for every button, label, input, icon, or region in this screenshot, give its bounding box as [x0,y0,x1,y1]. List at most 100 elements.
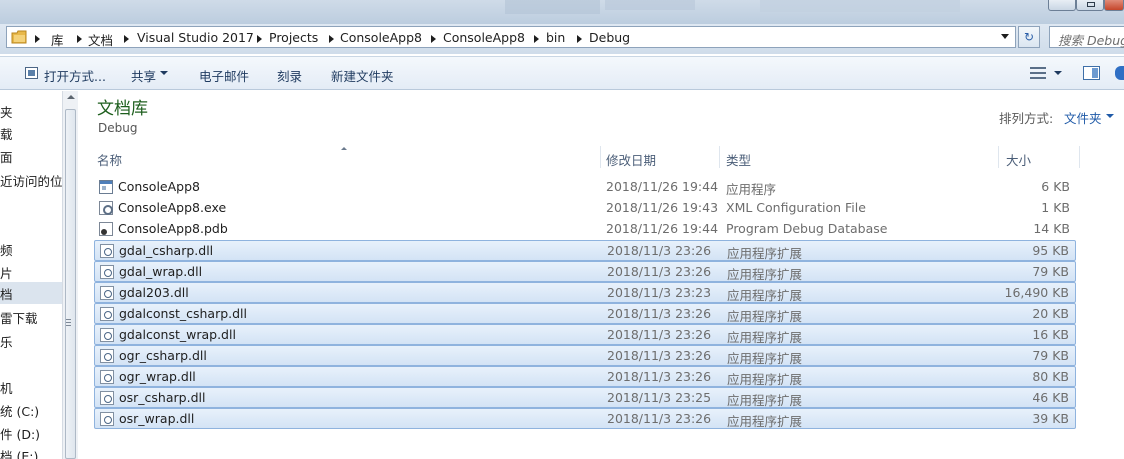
burn-button[interactable]: 刻录 [277,66,302,85]
address-bar[interactable]: 库 文档 Visual Studio 2017 Projects Console… [6,26,1016,48]
file-row[interactable]: osr_wrap.dll 2018/11/3 23:26 应用程序扩展 39 KB [94,408,1076,429]
nav-item[interactable]: 面 [0,147,13,166]
config-file-icon [99,201,113,215]
nav-item[interactable]: 夹 [0,102,13,121]
file-row[interactable]: ConsoleApp8.exe 2018/11/26 19:43 XML Confi… [94,198,1076,219]
column-header-size[interactable]: 大小 [999,144,1079,170]
file-row[interactable]: gdal_wrap.dll 2018/11/3 23:26 应用程序扩展 79 KB [94,261,1076,282]
preview-pane-icon[interactable] [1083,66,1100,80]
file-modified-date: 2018/11/3 23:26 [607,243,712,258]
email-button[interactable]: 电子邮件 [199,66,249,85]
nav-item[interactable]: 雷下载 [0,308,38,327]
file-size: 6 KB [1041,179,1070,194]
view-options-dropdown-icon[interactable] [1054,71,1062,75]
breadcrumb-item-current[interactable]: Debug [589,30,630,45]
file-modified-date: 2018/11/3 23:26 [607,327,712,342]
file-row[interactable]: ConsoleApp8 2018/11/26 19:44 应用程序 6 KB [94,177,1076,198]
minimize-button[interactable] [1048,0,1076,11]
breadcrumb-separator-icon[interactable] [534,35,539,43]
file-row[interactable]: ConsoleApp8.pdb 2018/11/26 19:44 Program D… [94,219,1076,240]
column-header-date[interactable]: 修改日期 [601,144,719,170]
dll-file-icon [100,370,114,384]
file-type: Program Debug Database [726,221,888,236]
nav-item[interactable]: 档 (E:) [0,446,38,459]
file-row[interactable]: gdal_csharp.dll 2018/11/3 23:26 应用程序扩展 95 K… [94,240,1076,261]
address-history-dropdown-icon[interactable] [1001,34,1009,39]
file-type: 应用程序扩展 [727,414,803,429]
column-header-label: 名称 [97,153,123,168]
breadcrumb-separator-icon[interactable] [577,35,582,43]
breadcrumb-separator-icon[interactable] [431,35,436,43]
breadcrumb-item[interactable]: bin [546,30,565,45]
breadcrumb-separator-icon[interactable] [124,35,129,43]
scrollbar-thumb[interactable] [65,109,76,459]
file-row[interactable]: gdalconst_wrap.dll 2018/11/3 23:26 应用程序扩展 1… [94,324,1076,345]
nav-item[interactable]: 乐 [0,332,13,351]
arrange-by-dropdown-icon[interactable] [1106,114,1114,118]
nav-item[interactable]: 近访问的位 [0,171,62,190]
dll-file-icon [100,412,114,426]
file-name: gdal_wrap.dll [119,264,203,279]
column-header-type[interactable]: 类型 [720,144,998,170]
title-bar-background-detail [760,0,960,12]
breadcrumb-item[interactable]: 文档 [88,30,113,49]
file-modified-date: 2018/11/3 23:26 [607,348,712,363]
file-row[interactable]: ogr_csharp.dll 2018/11/3 23:26 应用程序扩展 79 KB [94,345,1076,366]
nav-item[interactable]: 机 [0,378,13,397]
breadcrumb-separator-icon[interactable] [329,35,334,43]
nav-item[interactable]: 件 (D:) [0,424,40,443]
breadcrumb-item[interactable]: ConsoleApp8 [443,30,525,45]
file-row[interactable]: gdal203.dll 2018/11/3 23:23 应用程序扩展 16,490 K… [94,282,1076,303]
refresh-button[interactable]: ↻ [1018,26,1040,48]
dll-file-icon [100,265,114,279]
file-name: ConsoleApp8 [118,179,200,194]
maximize-button[interactable] [1076,0,1104,11]
file-name: gdal_csharp.dll [119,243,214,258]
nav-item-selected[interactable]: 档 [0,282,62,304]
navigation-scrollbar[interactable] [62,91,78,459]
scroll-up-icon[interactable] [67,95,75,99]
file-row[interactable]: osr_csharp.dll 2018/11/3 23:25 应用程序扩展 46 KB [94,387,1076,408]
breadcrumb-item[interactable]: Projects [269,30,318,45]
file-modified-date: 2018/11/3 23:23 [607,285,712,300]
breadcrumb-item[interactable]: ConsoleApp8 [340,30,422,45]
new-folder-button[interactable]: 新建文件夹 [331,66,394,85]
file-type: 应用程序扩展 [727,393,803,408]
nav-item[interactable]: 片 [0,263,13,282]
file-row[interactable]: ogr_wrap.dll 2018/11/3 23:26 应用程序扩展 80 KB [94,366,1076,387]
arrange-by-dropdown[interactable]: 文件夹 [1064,108,1102,127]
nav-item[interactable]: 载 [0,124,13,143]
search-input[interactable]: 搜索 Debug [1049,26,1124,48]
file-name: ogr_csharp.dll [119,348,207,363]
column-header-name[interactable]: 名称 [94,144,600,170]
file-row[interactable]: gdalconst_csharp.dll 2018/11/3 23:26 应用程序扩… [94,303,1076,324]
title-bar-background-detail [605,0,695,10]
column-header-label: 修改日期 [606,153,657,168]
open-with-button[interactable]: 打开方式... [44,66,106,85]
view-options-icon[interactable] [1030,67,1046,79]
column-divider[interactable] [1079,146,1080,168]
scrollbar-grip-icon [66,319,71,326]
breadcrumb-separator-icon[interactable] [35,35,40,43]
help-icon[interactable] [1115,66,1124,80]
breadcrumb-item[interactable]: 库 [51,30,64,49]
file-modified-date: 2018/11/3 23:26 [607,369,712,384]
app-icon [99,180,113,194]
breadcrumb-item[interactable]: Visual Studio 2017 [137,30,254,45]
share-dropdown-icon[interactable] [160,71,168,75]
breadcrumb-separator-icon[interactable] [77,35,82,43]
search-placeholder: 搜索 Debug [1058,33,1124,48]
file-name: ConsoleApp8.exe [118,200,227,215]
close-button[interactable] [1104,0,1124,11]
nav-item[interactable]: 频 [0,240,13,259]
file-size: 80 KB [1032,369,1069,384]
file-name: osr_wrap.dll [119,411,195,426]
dll-file-icon [100,244,114,258]
nav-item[interactable]: 统 (C:) [0,401,39,420]
arrange-by-label: 排列方式: [999,111,1054,126]
file-type: 应用程序扩展 [727,288,803,303]
breadcrumb-separator-icon[interactable] [257,35,262,43]
open-with-icon [25,67,38,79]
column-header-label: 类型 [726,153,752,168]
share-button[interactable]: 共享 [131,66,156,85]
